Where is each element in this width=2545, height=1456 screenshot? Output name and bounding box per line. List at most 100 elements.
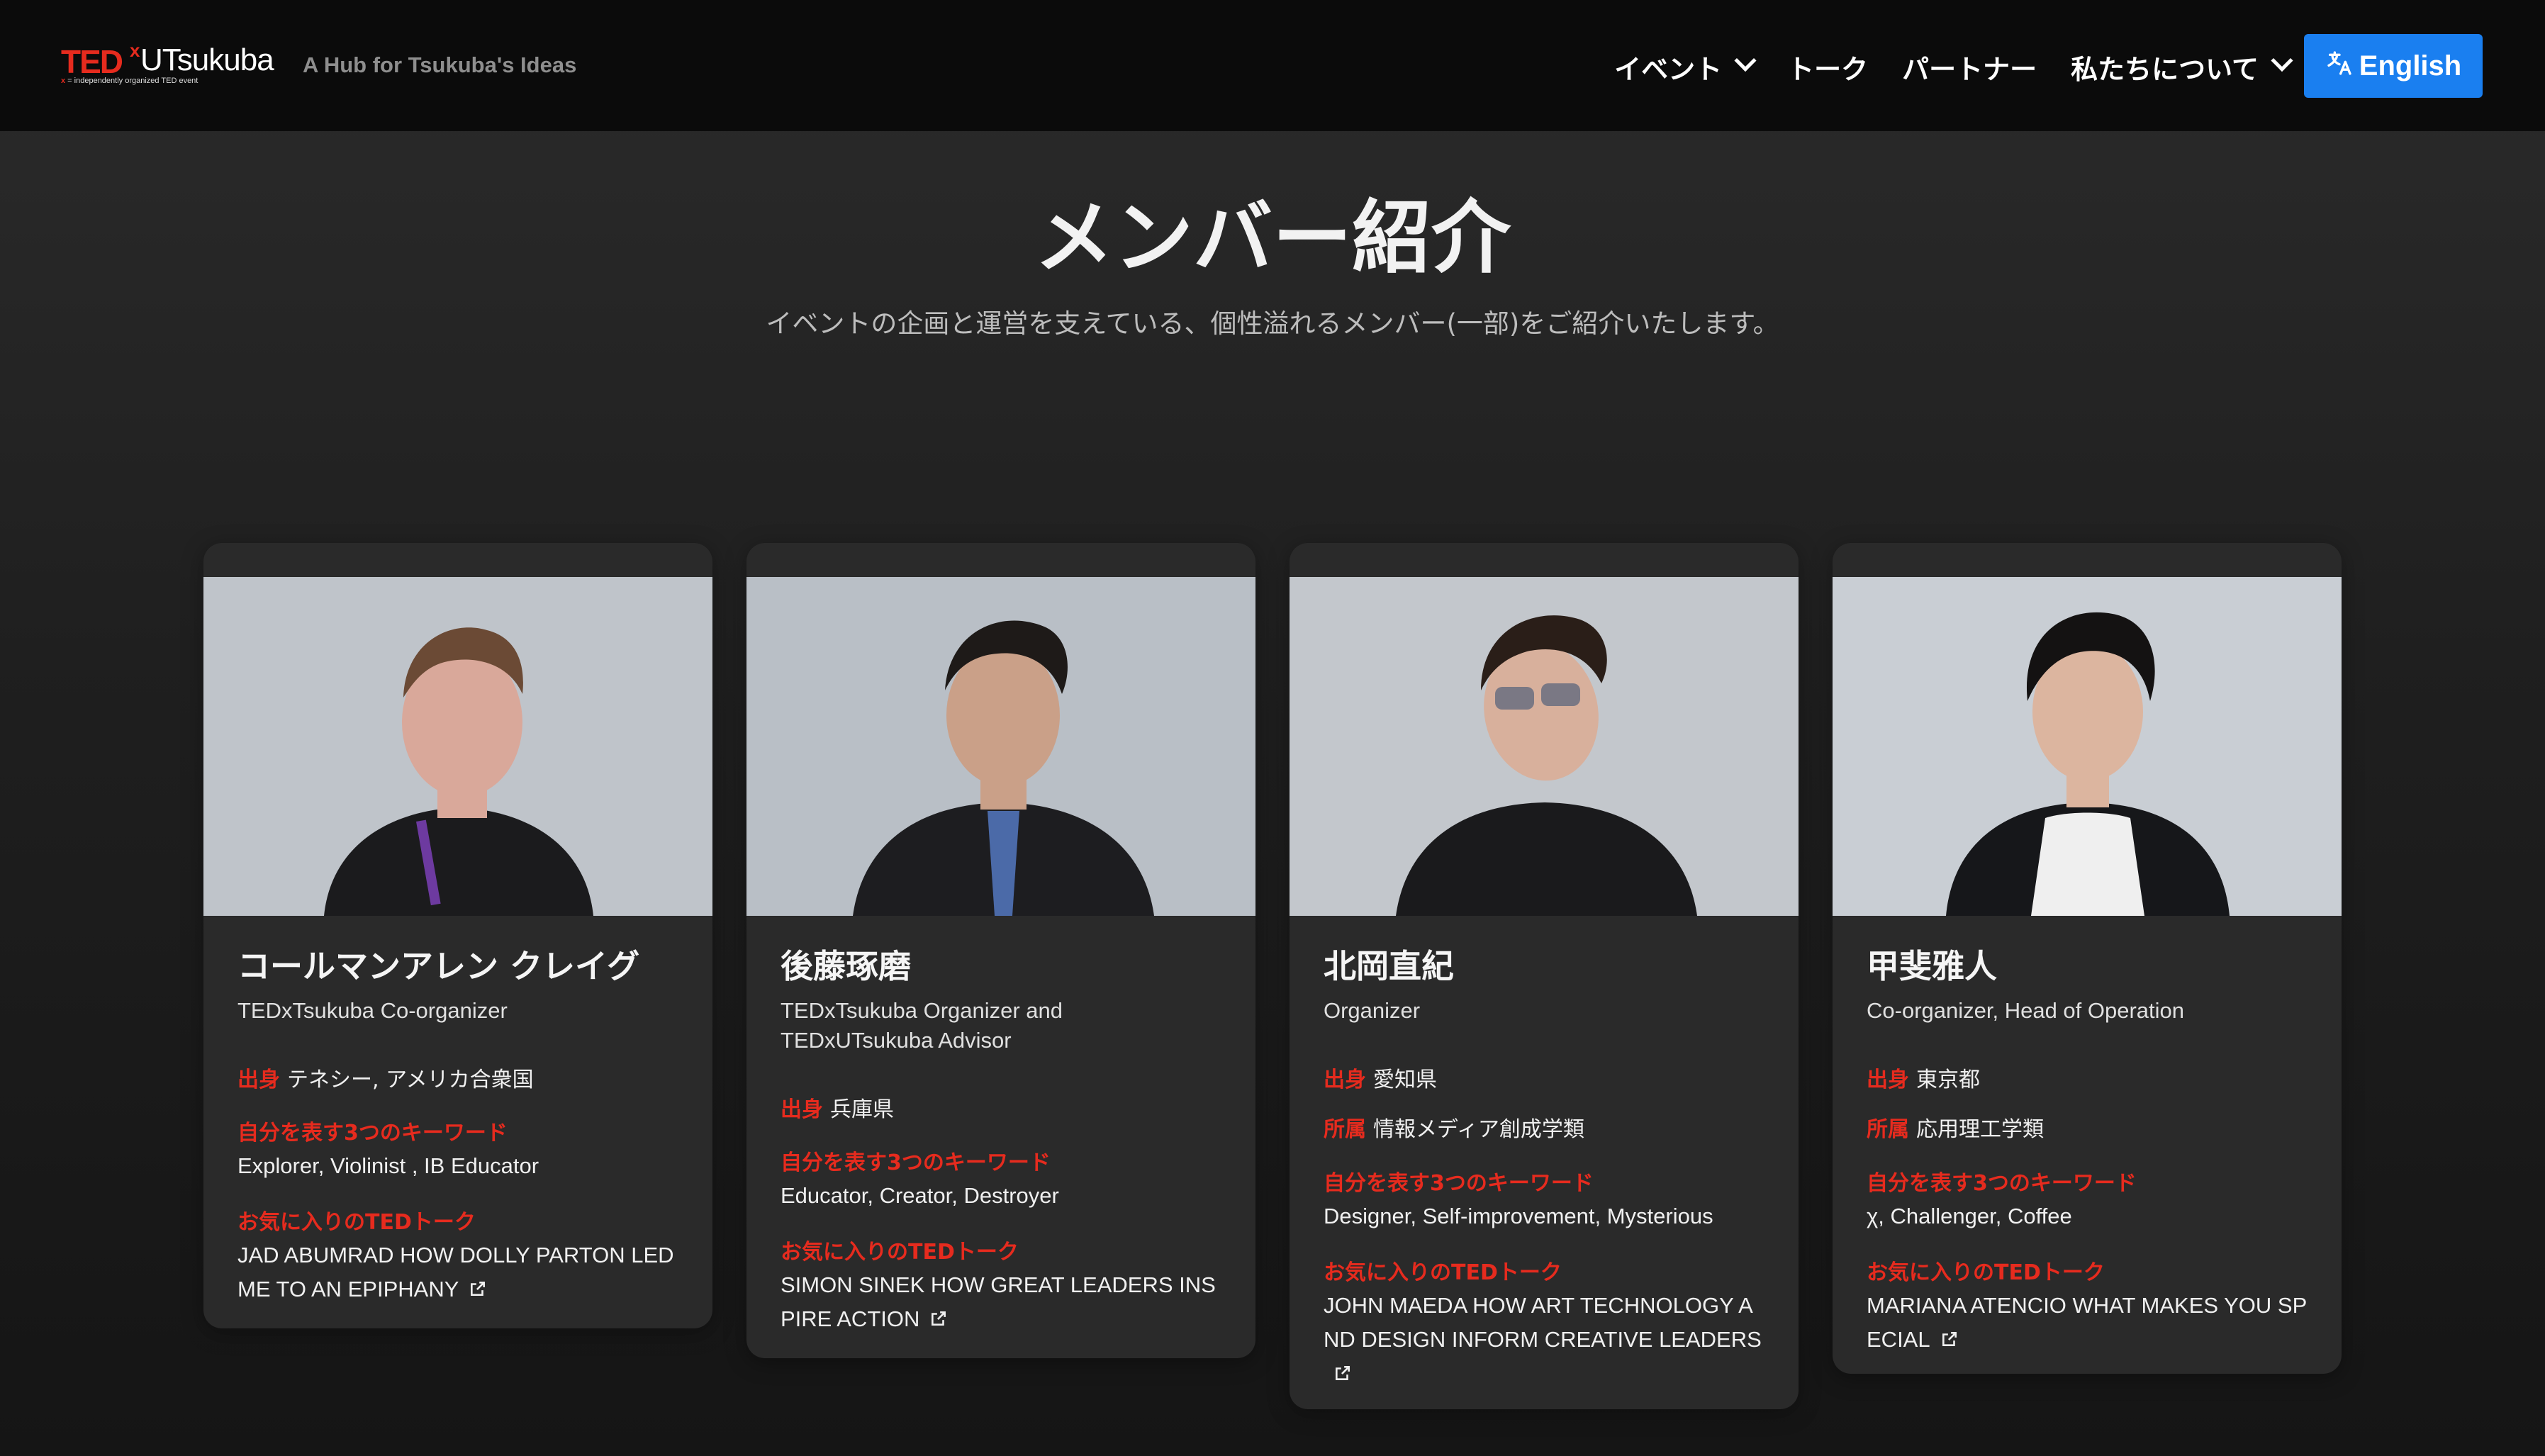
site-header: TED x UTsukuba x = independently organiz… — [0, 0, 2545, 131]
favorite-talk-title: MARIANA ATENCIO WHAT MAKES YOU SPECIAL — [1867, 1292, 2308, 1352]
member-name: コールマンアレン クレイグ — [237, 947, 640, 985]
logo-x: x — [130, 40, 140, 61]
member-name: 北岡直紀 — [1324, 947, 1454, 985]
keywords-row: 自分を表す3つのキーワード Designer, Self-improvement… — [1324, 1165, 1764, 1233]
favorite-talk-link[interactable]: JOHN MAEDA HOW ART TECHNOLOGY AND DESIGN… — [1324, 1289, 1764, 1392]
origin-label: 出身 — [1324, 1068, 1366, 1093]
origin-row: 出身 東京都 — [1867, 1065, 2308, 1094]
member-details: 出身 愛知県 所属 情報メディア創成学類 自分を表す3つのキーワード Designe… — [1324, 1065, 1764, 1392]
external-link-icon — [929, 1304, 948, 1338]
favorite-talk-row: お気に入りのTEDトーク JOHN MAEDA HOW ART TECHNOLO… — [1324, 1255, 1764, 1392]
external-link-icon — [1940, 1324, 1959, 1358]
member-photo-image — [203, 577, 712, 916]
nav-item-talks[interactable]: トーク — [1787, 47, 1868, 86]
origin-row: 出身 愛知県 — [1324, 1065, 1764, 1094]
tedx-logo[interactable]: TED x UTsukuba x = independently organiz… — [61, 40, 274, 91]
member-role: TEDxTsukuba Co-organizer — [237, 998, 508, 1024]
favorite-talk-label: お気に入りのTEDトーク — [781, 1240, 1019, 1265]
nav-partners-label: パートナー — [1902, 53, 2037, 85]
affiliation-label: 所属 — [1324, 1117, 1366, 1143]
logo-sub-text: = independently organized TED event — [65, 77, 198, 85]
favorite-talk-title: SIMON SINEK HOW GREAT LEADERS INSPIRE AC… — [781, 1272, 1216, 1332]
keywords-label: 自分を表す3つのキーワード — [237, 1121, 508, 1146]
member-card: 後藤琢磨 TEDxTsukuba Organizer and TEDxUTsuk… — [746, 543, 1255, 1358]
origin-value: 東京都 — [1916, 1068, 1980, 1093]
origin-value: テネシー, アメリカ合衆国 — [287, 1068, 534, 1093]
nav-events-label: イベント — [1614, 53, 1723, 85]
member-info: 北岡直紀 Organizer 出身 愛知県 所属 情報メディア創成学類 自分を表す3… — [1290, 916, 1799, 1409]
translate-icon — [2325, 49, 2354, 84]
favorite-talk-label: お気に入りのTEDトーク — [237, 1210, 476, 1236]
keywords-row: 自分を表す3つのキーワード Educator, Creator, Destroy… — [781, 1145, 1221, 1213]
member-role: TEDxTsukuba Organizer and TEDxUTsukuba A… — [781, 998, 1063, 1053]
favorite-talk-row: お気に入りのTEDトーク MARIANA ATENCIO WHAT MAKES … — [1867, 1255, 2308, 1358]
keywords-row: 自分を表す3つのキーワード χ, Challenger, Coffee — [1867, 1165, 2308, 1233]
member-card: 甲斐雅人 Co-organizer, Head of Operation 出身東… — [1833, 543, 2342, 1374]
origin-value: 兵庫県 — [830, 1097, 894, 1122]
favorite-talk-link[interactable]: SIMON SINEK HOW GREAT LEADERS INSPIRE AC… — [781, 1268, 1221, 1338]
affiliation-row: 所属 応用理工学類 — [1867, 1115, 2308, 1143]
affiliation-label: 所属 — [1867, 1117, 1909, 1143]
nav-item-events[interactable]: イベント — [1614, 47, 1757, 86]
main-nav: イベント トーク パートナー 私たちについて — [1614, 44, 2293, 89]
favorite-talk-link[interactable]: JAD ABUMRAD HOW DOLLY PARTON LED ME TO A… — [237, 1238, 678, 1308]
member-photo-image — [1290, 577, 1799, 916]
language-label: English — [2359, 50, 2462, 82]
page-title: メンバー紹介 — [1034, 192, 1511, 284]
external-link-icon — [1333, 1358, 1352, 1392]
member-details: 出身 東京都 所属 応用理工学類 自分を表す3つのキーワード χ, Challeng… — [1867, 1065, 2308, 1358]
origin-row: 出身 兵庫県 — [781, 1095, 1221, 1124]
member-role: Co-organizer, Head of Operation — [1867, 998, 2185, 1024]
nav-about-label: 私たちについて — [2071, 53, 2259, 85]
member-details: 出身 兵庫県 自分を表す3つのキーワード Educator, Creator, D… — [781, 1095, 1221, 1338]
keywords-label: 自分を表す3つのキーワード — [1324, 1170, 1594, 1196]
favorite-talk-title: JOHN MAEDA HOW ART TECHNOLOGY AND DESIGN… — [1324, 1292, 1762, 1352]
member-role: Organizer — [1324, 998, 1421, 1024]
member-info: コールマンアレン クレイグ TEDxTsukuba Co-organizer 出… — [203, 916, 712, 1328]
member-info: 後藤琢磨 TEDxTsukuba Organizer and TEDxUTsuk… — [746, 916, 1255, 1358]
origin-label: 出身 — [781, 1097, 823, 1122]
member-name: 後藤琢磨 — [781, 947, 911, 985]
external-link-icon — [469, 1274, 487, 1308]
affiliation-value: 応用理工学類 — [1916, 1117, 2044, 1143]
site-tagline: A Hub for Tsukuba's Ideas — [303, 52, 577, 77]
nav-talks-label: トーク — [1787, 53, 1869, 85]
logo-ted: TED — [61, 43, 123, 80]
origin-value: 愛知県 — [1373, 1068, 1437, 1093]
favorite-talk-link[interactable]: MARIANA ATENCIO WHAT MAKES YOU SPECIAL — [1867, 1289, 2308, 1358]
page: TED x UTsukuba x = independently organiz… — [0, 0, 2545, 1456]
logo-event-name: UTsukuba — [140, 43, 274, 77]
member-photo-image — [1833, 577, 2342, 916]
keywords-value: χ, Challenger, Coffee — [1867, 1203, 2072, 1228]
favorite-talk-row: お気に入りのTEDトーク SIMON SINEK HOW GREAT LEADE… — [781, 1234, 1221, 1338]
nav-item-partners[interactable]: パートナー — [1902, 47, 2037, 86]
member-details: 出身 テネシー, アメリカ合衆国 自分を表す3つのキーワード Explorer, … — [237, 1065, 678, 1308]
member-name: 甲斐雅人 — [1867, 947, 1997, 985]
member-info: 甲斐雅人 Co-organizer, Head of Operation 出身東… — [1833, 916, 2342, 1374]
member-card: コールマンアレン クレイグ TEDxTsukuba Co-organizer 出… — [203, 543, 712, 1328]
member-photo-image — [746, 577, 1255, 916]
keywords-label: 自分を表す3つのキーワード — [1867, 1170, 2137, 1196]
chevron-down-icon — [1734, 49, 1757, 72]
language-switch-button[interactable]: English — [2304, 34, 2483, 98]
page-subtitle: イベントの企画と運営を支えている、個性溢れるメンバー(一部)をご紹介いたします。 — [766, 308, 1779, 339]
nav-item-about[interactable]: 私たちについて — [2071, 47, 2293, 86]
keywords-value: Explorer, Violinist , IB Educator — [237, 1153, 539, 1179]
chevron-down-icon — [2271, 49, 2293, 72]
keywords-label: 自分を表す3つのキーワード — [781, 1150, 1051, 1176]
origin-label: 出身 — [237, 1068, 280, 1093]
keywords-value: Designer, Self-improvement, Mysterious — [1324, 1203, 1713, 1228]
origin-row: 出身 テネシー, アメリカ合衆国 — [237, 1065, 678, 1094]
favorite-talk-label: お気に入りのTEDトーク — [1324, 1260, 1562, 1285]
keywords-value: Educator, Creator, Destroyer — [781, 1183, 1059, 1209]
member-photo — [203, 577, 712, 916]
favorite-talk-title: JAD ABUMRAD HOW DOLLY PARTON LED ME TO A… — [237, 1243, 674, 1302]
affiliation-row: 所属 情報メディア創成学類 — [1324, 1115, 1764, 1143]
member-card: 北岡直紀 Organizer 出身 愛知県 所属 情報メディア創成学類 自分を表す3… — [1290, 543, 1799, 1409]
member-photo — [1833, 577, 2342, 916]
member-photo — [1290, 577, 1799, 916]
logo-subline: x = independently organized TED event — [61, 77, 198, 85]
keywords-row: 自分を表す3つのキーワード Explorer, Violinist , IB E… — [237, 1115, 678, 1183]
favorite-talk-label: お気に入りのTEDトーク — [1867, 1260, 2105, 1285]
affiliation-value: 情報メディア創成学類 — [1373, 1117, 1584, 1143]
